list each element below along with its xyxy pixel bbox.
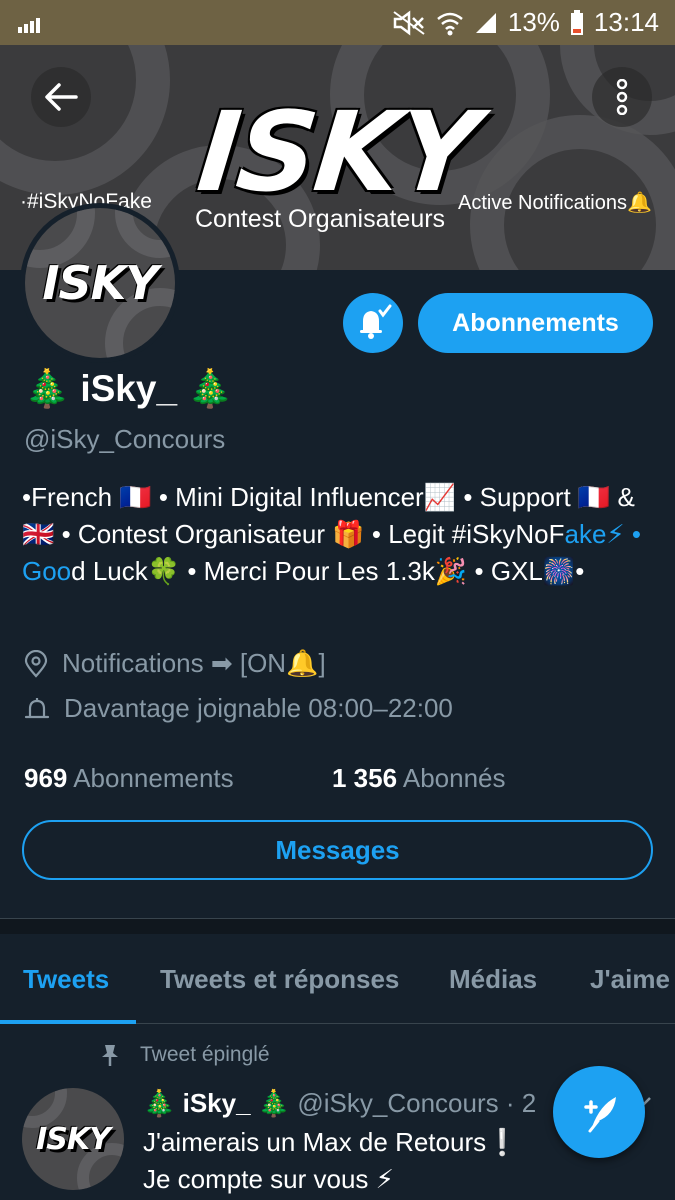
status-bar: 13% 13:14	[0, 0, 675, 45]
pinned-indicator: Tweet épinglé	[100, 1043, 270, 1067]
following-count: 969	[24, 763, 68, 793]
banner-notification-note: Active Notifications🔔	[458, 192, 652, 214]
tweet-line: Je compte sur vous ⚡	[143, 1164, 394, 1194]
tab-likes[interactable]: J'aime	[590, 964, 670, 995]
location-text: Notifications ➡ [ON🔔]	[62, 648, 326, 678]
vertical-dots-icon	[616, 79, 628, 115]
notifications-bell-button[interactable]	[343, 293, 403, 353]
section-divider	[0, 918, 675, 934]
hours-text: Davantage joignable 08:00–22:00	[64, 693, 453, 723]
messages-button[interactable]: Messages	[22, 820, 653, 880]
following-label: Abonnements	[73, 763, 234, 793]
battery-icon	[570, 9, 583, 35]
wifi-icon	[437, 12, 463, 35]
more-options-button[interactable]	[592, 67, 652, 127]
profile-tabs: Tweets Tweets et réponses Médias J'aime	[0, 934, 675, 1024]
pinned-label: Tweet épinglé	[140, 1043, 270, 1066]
location-pin-icon	[24, 649, 48, 678]
signal-strength-icon	[18, 13, 40, 33]
tweet-text: J'aimerais un Max de Retours❕ Je compte …	[143, 1124, 563, 1198]
bio-text: •French 🇫🇷 • Mini Digital Influencer📈 • …	[22, 482, 635, 549]
tab-tweets-replies[interactable]: Tweets et réponses	[160, 964, 399, 995]
battery-percent: 13%	[507, 7, 560, 37]
tweet-header: 🎄 iSky_ 🎄 @iSky_Concours · 2	[143, 1088, 563, 1119]
pin-icon	[102, 1045, 118, 1066]
following-button[interactable]: Abonnements	[418, 293, 653, 353]
bio-text	[625, 519, 632, 549]
followers-count: 1 356	[332, 763, 398, 793]
bell-icon	[24, 697, 50, 718]
compose-tweet-button[interactable]	[553, 1066, 645, 1158]
followers-label: Abonnés	[402, 763, 506, 793]
profile-location: Notifications ➡ [ON🔔]	[24, 648, 326, 679]
tweet-line: J'aimerais un Max de Retours❕	[143, 1127, 519, 1157]
tab-media[interactable]: Médias	[449, 964, 537, 995]
cell-signal-icon	[475, 12, 496, 33]
bio-link[interactable]: ake⚡	[565, 519, 625, 549]
display-name: 🎄 iSky_ 🎄	[24, 368, 234, 409]
arrow-left-icon	[45, 83, 78, 111]
followers-stat[interactable]: 1 356 Abonnés	[332, 763, 506, 794]
tweet-author-handle: @iSky_Concours	[297, 1088, 499, 1118]
banner-logo: ISKY	[192, 88, 483, 216]
clock: 13:14	[593, 7, 659, 37]
compose-feather-icon	[584, 1097, 616, 1133]
tab-tweets[interactable]: Tweets	[23, 964, 109, 995]
profile-avatar[interactable]: ISKY	[20, 203, 180, 363]
mute-icon	[393, 10, 425, 35]
user-handle: @iSky_Concours	[24, 424, 226, 454]
bell-check-icon	[360, 304, 392, 339]
banner-subtitle: Contest Organisateurs	[194, 205, 446, 233]
back-button[interactable]	[31, 67, 91, 127]
tweet-author-name[interactable]: 🎄 iSky_ 🎄	[143, 1088, 290, 1118]
tweet-author-avatar[interactable]: ISKY	[22, 1088, 124, 1190]
profile-bio: •French 🇫🇷 • Mini Digital Influencer📈 • …	[22, 479, 652, 590]
active-tab-indicator	[0, 1020, 136, 1024]
avatar-logo: ISKY	[42, 256, 158, 310]
tweet-time: · 2	[505, 1088, 537, 1118]
bio-text: d Luck🍀 • Merci Pour Les 1.3k🎉 • GXL🎆•	[71, 556, 585, 586]
following-stat[interactable]: 969 Abonnements	[24, 763, 234, 794]
tweet-avatar-logo: ISKY	[36, 1121, 111, 1157]
profile-hours: Davantage joignable 08:00–22:00	[24, 693, 453, 724]
